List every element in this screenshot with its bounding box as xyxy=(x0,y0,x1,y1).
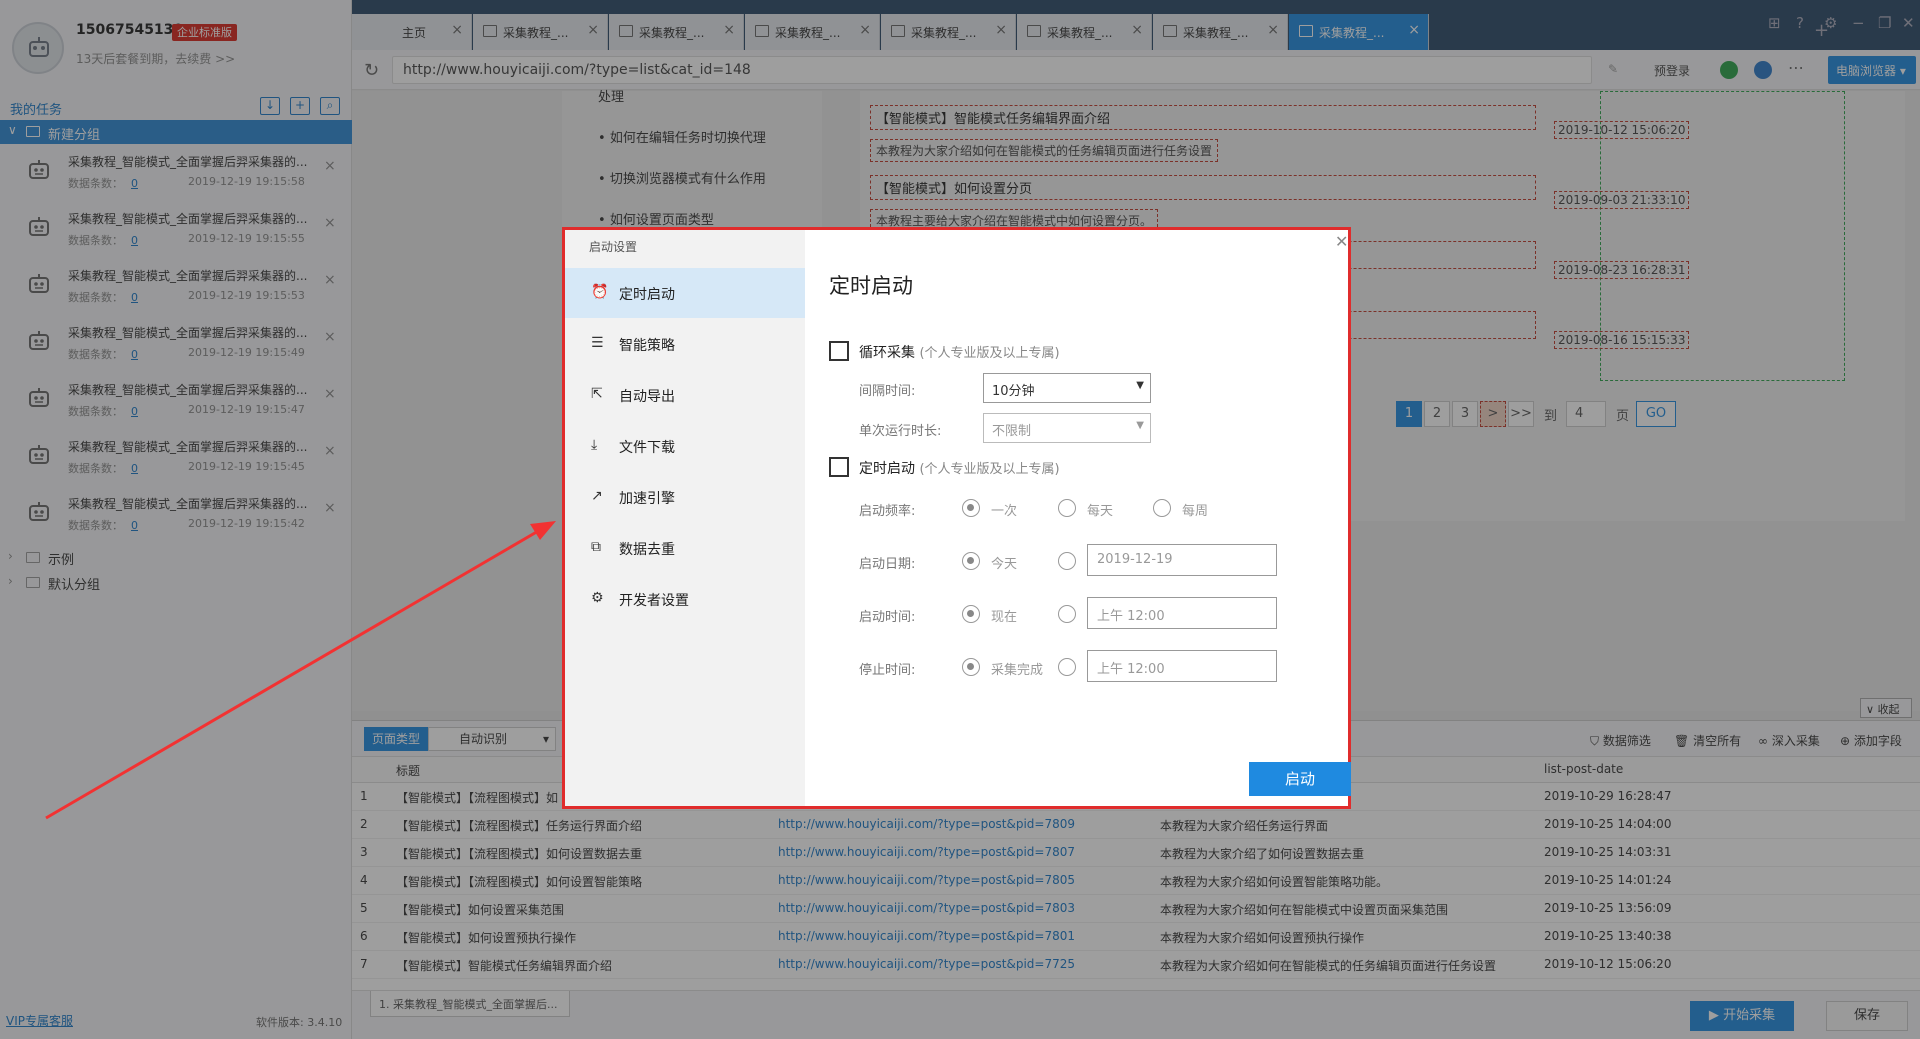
developer-icon: ⚙ xyxy=(591,590,604,606)
settings-nav-label: 文件下载 xyxy=(619,440,675,456)
loop-label-text: 循环采集 xyxy=(859,345,915,361)
start-date-input[interactable]: 2019-12-19 xyxy=(1087,544,1277,576)
duration-label: 单次运行时长: xyxy=(859,424,942,439)
dedupe-icon: ⧉ xyxy=(591,539,601,555)
settings-nav-item[interactable]: ☰ 智能策略 xyxy=(565,319,805,369)
freq-weekly-label: 每周 xyxy=(1182,504,1209,519)
strategy-icon: ☰ xyxy=(591,335,604,351)
timed-start-label: 定时启动 (个人专业版及以上专属) xyxy=(859,458,1060,478)
settings-nav-label: 加速引擎 xyxy=(619,491,675,507)
settings-nav-item[interactable]: ⚙ 开发者设置 xyxy=(565,574,805,624)
freq-daily-label: 每天 xyxy=(1087,504,1114,519)
settings-nav: ⏰ 定时启动 ☰ 智能策略 ⇱ 自动导出 ⤓ 文件下载 ↗ 加速引擎 ⧉ 数据去重 ⚙ 开发者设置 xyxy=(565,230,805,806)
settings-nav-label: 定时启动 xyxy=(619,287,675,303)
date-custom-radio[interactable] xyxy=(1058,552,1076,570)
export-icon: ⇱ xyxy=(591,386,603,402)
settings-nav-item[interactable]: ↗ 加速引擎 xyxy=(565,472,805,522)
stop-custom-radio[interactable] xyxy=(1058,658,1076,676)
settings-nav-item[interactable]: ⏰ 定时启动 xyxy=(565,268,805,318)
stop-complete-label: 采集完成 xyxy=(991,663,1044,678)
start-time-label: 启动时间: xyxy=(859,610,916,625)
start-time-input[interactable]: 上午 12:00 xyxy=(1087,597,1277,629)
start-settings-dialog: ⏰ 定时启动 ☰ 智能策略 ⇱ 自动导出 ⤓ 文件下载 ↗ 加速引擎 ⧉ 数据去重 ⚙ 开发者设置 启动设… xyxy=(562,227,1351,809)
freq-daily-radio[interactable] xyxy=(1058,499,1076,517)
timed-note: (个人专业版及以上专属) xyxy=(919,462,1060,477)
time-now-radio[interactable] xyxy=(962,605,980,623)
time-now-label: 现在 xyxy=(991,610,1018,625)
interval-label: 间隔时间: xyxy=(859,384,916,399)
close-icon[interactable]: ✕ xyxy=(1335,232,1348,251)
chevron-down-icon: ▼ xyxy=(1136,380,1144,391)
loop-collect-label: 循环采集 (个人专业版及以上专属) xyxy=(859,342,1060,362)
start-button[interactable]: 启动 xyxy=(1249,762,1351,796)
date-today-radio[interactable] xyxy=(962,552,980,570)
download-icon: ⤓ xyxy=(591,437,598,453)
duration-value: 不限制 xyxy=(992,424,1032,439)
settings-nav-item[interactable]: ⤓ 文件下载 xyxy=(565,421,805,471)
settings-nav-label: 数据去重 xyxy=(619,542,675,558)
freq-once-label: 一次 xyxy=(991,504,1018,519)
freq-weekly-radio[interactable] xyxy=(1153,499,1171,517)
frequency-label: 启动频率: xyxy=(859,504,916,519)
timed-start-checkbox[interactable] xyxy=(829,457,849,477)
date-today-label: 今天 xyxy=(991,557,1018,572)
settings-nav-label: 开发者设置 xyxy=(619,593,689,609)
start-date-label: 启动日期: xyxy=(859,557,916,572)
dialog-title: 启动设置 xyxy=(589,240,638,254)
interval-select[interactable]: 10分钟 ▼ xyxy=(983,373,1151,403)
clock-icon: ⏰ xyxy=(591,284,609,300)
stop-complete-radio[interactable] xyxy=(962,658,980,676)
section-heading: 定时启动 xyxy=(829,274,913,298)
settings-nav-label: 智能策略 xyxy=(619,338,675,354)
loop-collect-checkbox[interactable] xyxy=(829,341,849,361)
settings-nav-item[interactable]: ⧉ 数据去重 xyxy=(565,523,805,573)
stop-time-input[interactable]: 上午 12:00 xyxy=(1087,650,1277,682)
timed-label-text: 定时启动 xyxy=(859,461,915,477)
chevron-down-icon: ▼ xyxy=(1136,420,1144,431)
duration-select[interactable]: 不限制 ▼ xyxy=(983,413,1151,443)
settings-nav-item[interactable]: ⇱ 自动导出 xyxy=(565,370,805,420)
freq-once-radio[interactable] xyxy=(962,499,980,517)
loop-note: (个人专业版及以上专属) xyxy=(919,346,1060,361)
settings-nav-label: 自动导出 xyxy=(619,389,675,405)
stop-time-label: 停止时间: xyxy=(859,663,916,678)
interval-value: 10分钟 xyxy=(992,384,1035,399)
speed-icon: ↗ xyxy=(591,488,603,504)
time-custom-radio[interactable] xyxy=(1058,605,1076,623)
